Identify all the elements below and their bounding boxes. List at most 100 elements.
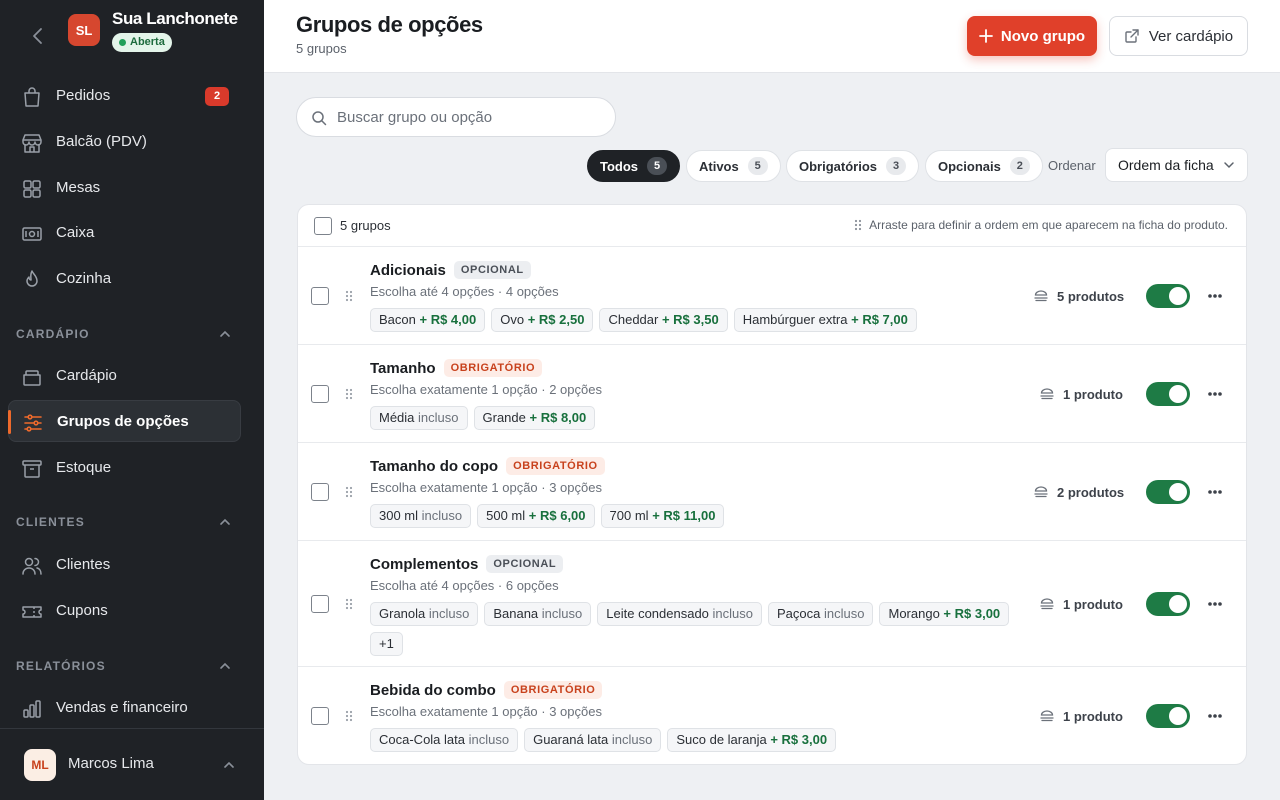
option-chip: Ovo + R$ 2,50: [491, 308, 594, 332]
store-name: Sua Lanchonete: [112, 9, 238, 28]
nav-item-cardapio[interactable]: Cardápio: [8, 355, 241, 397]
group-row-tamanho[interactable]: Tamanho OBRIGATÓRIO Escolha exatamente 1…: [298, 345, 1246, 443]
nav-item-grupos-de-opcoes[interactable]: Grupos de opções: [8, 400, 241, 442]
option-chip: Grande + R$ 8,00: [473, 406, 596, 430]
search-input[interactable]: [337, 106, 597, 128]
option-price: incluso: [611, 732, 653, 747]
sidebar: SL Sua Lanchonete Aberta Pedidos 2 Balcã…: [0, 0, 264, 800]
option-price: + R$ 3,00: [943, 606, 1001, 621]
external-link-icon: [1125, 29, 1139, 43]
option-price: + R$ 11,00: [652, 508, 716, 523]
group-name: Tamanho do copo OBRIGATÓRIO: [370, 457, 605, 475]
new-group-button[interactable]: Novo grupo: [967, 16, 1097, 56]
more-options-chip[interactable]: +1: [370, 632, 403, 656]
filter-chip-todos[interactable]: Todos 5: [587, 150, 681, 182]
group-type-tag: OPCIONAL: [453, 261, 531, 279]
group-row-bebida-do-combo[interactable]: Bebida do combo OBRIGATÓRIO Escolha exat…: [298, 667, 1246, 764]
group-row-tamanho-do-copo[interactable]: Tamanho do copo OBRIGATÓRIO Escolha exat…: [298, 443, 1246, 541]
products-count: 1 produto: [1063, 386, 1123, 402]
filter-label: Todos: [600, 158, 639, 174]
option-chip: Cheddar + R$ 3,50: [599, 308, 728, 332]
section-header-cardapio[interactable]: CARDÁPIO: [16, 324, 232, 344]
section-header-relatorios[interactable]: RELATÓRIOS: [16, 656, 232, 676]
filter-chip-opcionais[interactable]: Opcionais 2: [925, 150, 1043, 182]
filter-count: 3: [886, 157, 907, 175]
option-name: Cheddar: [608, 312, 659, 327]
drag-handle-icon[interactable]: [344, 290, 354, 302]
nav-item-pedidos[interactable]: Pedidos 2: [8, 75, 241, 117]
group-title: Complementos: [370, 555, 479, 573]
linked-products[interactable]: 5 produtos: [1033, 288, 1153, 304]
more-options-icon[interactable]: [1204, 594, 1226, 614]
sort-select[interactable]: Ordem da ficha: [1105, 148, 1248, 182]
more-options-icon[interactable]: [1204, 706, 1226, 726]
page-header: Grupos de opções 5 grupos Novo grupo Ver…: [264, 0, 1280, 73]
group-title: Tamanho do copo: [370, 457, 499, 475]
nav-item-estoque[interactable]: Estoque: [8, 447, 241, 489]
group-row-adicionais[interactable]: Adicionais OPCIONAL Escolha até 4 opções…: [298, 247, 1246, 345]
linked-products[interactable]: 1 produto: [1039, 596, 1159, 612]
group-row-complementos[interactable]: Complementos OPCIONAL Escolha até 4 opçõ…: [298, 541, 1246, 667]
group-type-tag: OBRIGATÓRIO: [506, 457, 605, 475]
linked-products[interactable]: 1 produto: [1039, 708, 1159, 724]
option-chip: Leite condensado incluso: [597, 602, 763, 626]
option-price: + R$ 3,00: [770, 732, 828, 747]
group-title: Bebida do combo: [370, 681, 496, 699]
chevron-up-icon: [220, 662, 230, 669]
linked-products[interactable]: 2 produtos: [1033, 484, 1153, 500]
view-menu-button[interactable]: Ver cardápio: [1109, 16, 1248, 56]
row-checkbox[interactable]: [311, 287, 329, 305]
group-active-toggle[interactable]: [1146, 284, 1190, 308]
group-active-toggle[interactable]: [1146, 704, 1190, 728]
more-options-icon[interactable]: [1204, 286, 1226, 306]
nav-item-cupons[interactable]: Cupons: [8, 590, 241, 632]
group-active-toggle[interactable]: [1146, 592, 1190, 616]
group-name: Bebida do combo OBRIGATÓRIO: [370, 681, 603, 699]
chevron-left-icon[interactable]: [26, 24, 50, 48]
store-header: SL Sua Lanchonete Aberta: [0, 0, 264, 74]
linked-products[interactable]: 1 produto: [1039, 386, 1159, 402]
group-active-toggle[interactable]: [1146, 480, 1190, 504]
nav-item-cozinha[interactable]: Cozinha: [8, 258, 241, 300]
nav-item-balcao[interactable]: Balcão (PDV): [8, 121, 241, 163]
nav-item-mesas[interactable]: Mesas: [8, 167, 241, 209]
row-checkbox[interactable]: [311, 707, 329, 725]
nav-item-vendas-e-financeiro[interactable]: Vendas e financeiro: [8, 687, 241, 729]
drag-handle-icon[interactable]: [344, 710, 354, 722]
nav-item-clientes[interactable]: Clientes: [8, 544, 241, 586]
option-chip: Guaraná lata incluso: [524, 728, 662, 752]
filter-count: 2: [1009, 157, 1030, 175]
section-title: RELATÓRIOS: [16, 659, 106, 673]
group-type-tag: OPCIONAL: [486, 555, 564, 573]
option-price: incluso: [421, 508, 463, 523]
options-list: Média incluso Grande + R$ 8,00: [370, 406, 1010, 430]
select-all-checkbox[interactable]: [314, 217, 332, 235]
filter-chip-ativos[interactable]: Ativos 5: [686, 150, 781, 182]
group-rule: Escolha até 4 opções · 4 opções: [370, 284, 559, 299]
drag-handle-icon[interactable]: [344, 388, 354, 400]
row-checkbox[interactable]: [311, 483, 329, 501]
store-logo: SL: [68, 14, 100, 46]
more-options-icon[interactable]: [1204, 384, 1226, 404]
nav-item-caixa[interactable]: Caixa: [8, 212, 241, 254]
drag-handle-icon: [855, 219, 862, 231]
filter-chip-obrigatorios[interactable]: Obrigatórios 3: [786, 150, 920, 182]
row-checkbox[interactable]: [311, 385, 329, 403]
list-header: 5 grupos Arraste para definir a ordem em…: [298, 205, 1246, 247]
option-price: + R$ 8,00: [529, 410, 587, 425]
nav-label: Estoque: [56, 459, 112, 476]
section-header-clientes[interactable]: CLIENTES: [16, 512, 232, 532]
group-type-tag: OBRIGATÓRIO: [443, 359, 543, 377]
option-chip: 500 ml + R$ 6,00: [477, 504, 595, 528]
user-menu[interactable]: ML Marcos Lima: [0, 728, 264, 800]
search-field[interactable]: [296, 97, 616, 137]
row-checkbox[interactable]: [311, 595, 329, 613]
new-group-label: Novo grupo: [1000, 27, 1086, 45]
group-active-toggle[interactable]: [1146, 382, 1190, 406]
drag-handle-icon[interactable]: [344, 598, 354, 610]
more-options-icon[interactable]: [1204, 482, 1226, 502]
archive-box-icon: [22, 460, 42, 478]
drag-handle-icon[interactable]: [344, 486, 354, 498]
option-chip: 300 ml incluso: [370, 504, 472, 528]
options-list: Granola incluso Banana incluso Leite con…: [370, 602, 1010, 656]
